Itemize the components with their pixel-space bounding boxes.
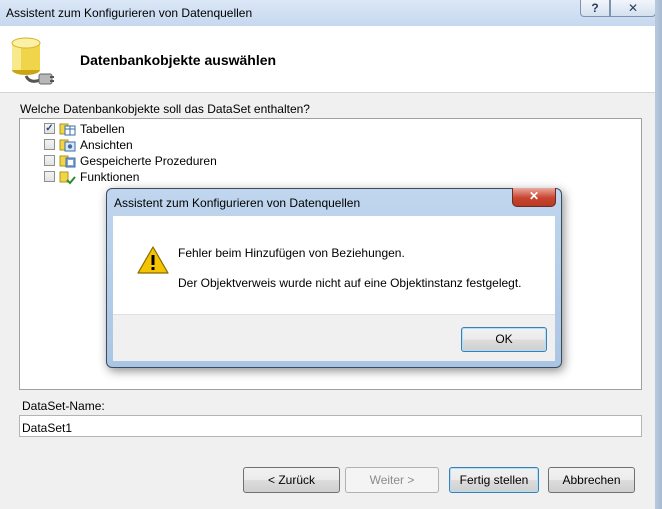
window-close-button[interactable]: ✕ [610, 0, 656, 17]
window-title: Assistent zum Konfigurieren von Datenque… [6, 6, 253, 20]
cancel-button[interactable]: Abbrechen [548, 467, 635, 493]
dataset-name-label: DataSet-Name: [22, 399, 105, 413]
database-plug-icon [11, 37, 54, 85]
functions-label: Funktionen [80, 170, 140, 184]
back-button[interactable]: < Zurück [243, 467, 340, 493]
objects-question-label: Welche Datenbankobjekte soll das DataSet… [20, 102, 310, 116]
stored-procedures-checkbox[interactable] [44, 155, 55, 166]
dialog-close-button[interactable]: ✕ [512, 188, 556, 207]
functions-checkbox[interactable] [44, 171, 55, 182]
tables-checkbox[interactable]: ✓ [44, 123, 55, 134]
help-button[interactable]: ? [580, 0, 610, 17]
tables-label: Tabellen [80, 122, 125, 136]
views-checkbox[interactable] [44, 139, 55, 150]
finish-button[interactable]: Fertig stellen [449, 467, 539, 493]
dataset-name-input[interactable] [19, 415, 642, 437]
dialog-title: Assistent zum Konfigurieren von Datenque… [114, 196, 361, 210]
functions-icon [59, 171, 76, 185]
window-border [655, 0, 662, 509]
next-button[interactable]: Weiter > [345, 467, 439, 493]
dialog-body [113, 216, 555, 314]
ok-button[interactable]: OK [461, 327, 547, 352]
tables-icon [59, 123, 76, 136]
views-icon [59, 139, 76, 152]
stored-procedures-icon [59, 155, 76, 168]
dialog-message-primary: Fehler beim Hinzufügen von Beziehungen. [178, 246, 405, 260]
views-label: Ansichten [80, 138, 133, 152]
page-title: Datenbankobjekte auswählen [80, 52, 277, 68]
stored-procedures-label: Gespeicherte Prozeduren [80, 154, 217, 168]
dialog-message-detail: Der Objektverweis wurde nicht auf eine O… [178, 276, 522, 290]
warning-icon [137, 246, 169, 274]
